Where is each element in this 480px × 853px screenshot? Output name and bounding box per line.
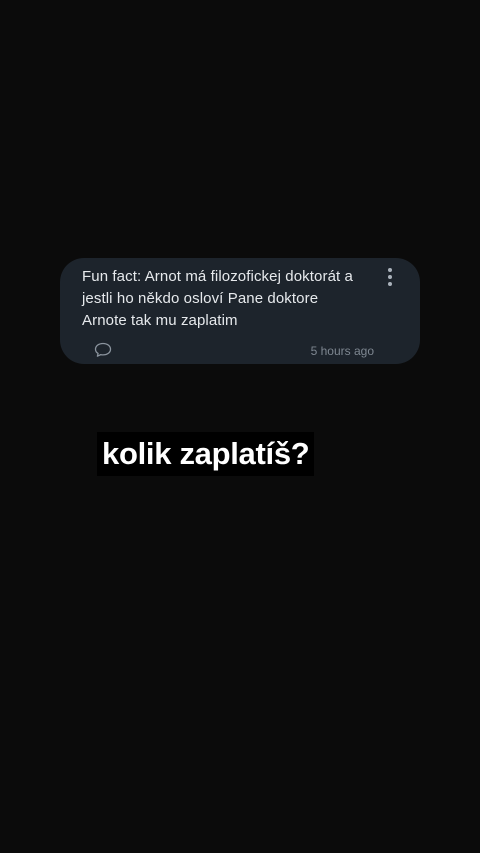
caption-overlay: kolik zaplatíš? bbox=[97, 432, 315, 476]
comment-card: Fun fact: Arnot má filozofickej doktorát… bbox=[60, 258, 420, 364]
more-vertical-icon-dot bbox=[388, 282, 392, 286]
comment-timestamp: 5 hours ago bbox=[310, 344, 374, 358]
comment-text: Fun fact: Arnot má filozofickej doktorát… bbox=[82, 268, 353, 329]
speech-bubble-icon[interactable] bbox=[94, 342, 112, 358]
more-vertical-icon-dot bbox=[388, 275, 392, 279]
screen: Fun fact: Arnot má filozofickej doktorát… bbox=[0, 0, 480, 853]
more-vertical-icon bbox=[388, 268, 392, 272]
more-options-button[interactable] bbox=[380, 266, 400, 288]
